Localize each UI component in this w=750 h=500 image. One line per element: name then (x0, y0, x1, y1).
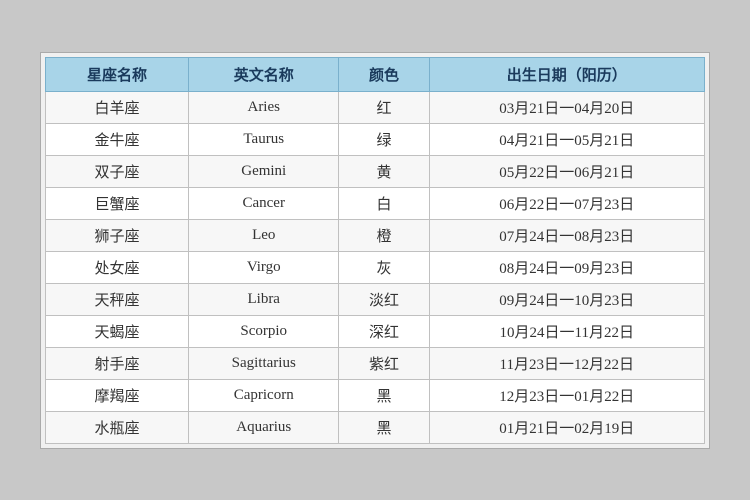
cell-chinese-name: 水瓶座 (46, 411, 189, 443)
cell-color: 深红 (339, 315, 429, 347)
table-row: 巨蟹座Cancer白06月22日一07月23日 (46, 187, 705, 219)
cell-color: 白 (339, 187, 429, 219)
cell-dates: 12月23日一01月22日 (429, 379, 705, 411)
cell-color: 灰 (339, 251, 429, 283)
cell-color: 黑 (339, 411, 429, 443)
cell-chinese-name: 双子座 (46, 155, 189, 187)
cell-dates: 04月21日一05月21日 (429, 123, 705, 155)
cell-chinese-name: 白羊座 (46, 91, 189, 123)
header-dates: 出生日期（阳历） (429, 57, 705, 91)
cell-chinese-name: 射手座 (46, 347, 189, 379)
table-row: 摩羯座Capricorn黑12月23日一01月22日 (46, 379, 705, 411)
zodiac-table: 星座名称 英文名称 颜色 出生日期（阳历） 白羊座Aries红03月21日一04… (45, 57, 705, 444)
cell-english-name: Capricorn (189, 379, 339, 411)
cell-dates: 10月24日一11月22日 (429, 315, 705, 347)
cell-english-name: Virgo (189, 251, 339, 283)
cell-color: 淡红 (339, 283, 429, 315)
cell-dates: 03月21日一04月20日 (429, 91, 705, 123)
table-row: 天秤座Libra淡红09月24日一10月23日 (46, 283, 705, 315)
cell-english-name: Aries (189, 91, 339, 123)
cell-dates: 07月24日一08月23日 (429, 219, 705, 251)
table-row: 射手座Sagittarius紫红11月23日一12月22日 (46, 347, 705, 379)
cell-english-name: Cancer (189, 187, 339, 219)
cell-chinese-name: 狮子座 (46, 219, 189, 251)
cell-chinese-name: 处女座 (46, 251, 189, 283)
header-english-name: 英文名称 (189, 57, 339, 91)
cell-english-name: Leo (189, 219, 339, 251)
header-chinese-name: 星座名称 (46, 57, 189, 91)
cell-color: 黄 (339, 155, 429, 187)
cell-color: 红 (339, 91, 429, 123)
cell-dates: 05月22日一06月21日 (429, 155, 705, 187)
table-row: 双子座Gemini黄05月22日一06月21日 (46, 155, 705, 187)
cell-chinese-name: 巨蟹座 (46, 187, 189, 219)
cell-english-name: Aquarius (189, 411, 339, 443)
table-row: 白羊座Aries红03月21日一04月20日 (46, 91, 705, 123)
cell-dates: 09月24日一10月23日 (429, 283, 705, 315)
cell-dates: 11月23日一12月22日 (429, 347, 705, 379)
zodiac-table-wrapper: 星座名称 英文名称 颜色 出生日期（阳历） 白羊座Aries红03月21日一04… (40, 52, 710, 449)
cell-chinese-name: 摩羯座 (46, 379, 189, 411)
table-header-row: 星座名称 英文名称 颜色 出生日期（阳历） (46, 57, 705, 91)
cell-chinese-name: 金牛座 (46, 123, 189, 155)
table-row: 天蝎座Scorpio深红10月24日一11月22日 (46, 315, 705, 347)
cell-dates: 08月24日一09月23日 (429, 251, 705, 283)
cell-chinese-name: 天秤座 (46, 283, 189, 315)
table-row: 处女座Virgo灰08月24日一09月23日 (46, 251, 705, 283)
cell-english-name: Gemini (189, 155, 339, 187)
table-row: 狮子座Leo橙07月24日一08月23日 (46, 219, 705, 251)
cell-color: 绿 (339, 123, 429, 155)
cell-english-name: Taurus (189, 123, 339, 155)
header-color: 颜色 (339, 57, 429, 91)
cell-english-name: Scorpio (189, 315, 339, 347)
cell-english-name: Sagittarius (189, 347, 339, 379)
cell-dates: 01月21日一02月19日 (429, 411, 705, 443)
cell-color: 黑 (339, 379, 429, 411)
table-row: 水瓶座Aquarius黑01月21日一02月19日 (46, 411, 705, 443)
cell-color: 紫红 (339, 347, 429, 379)
cell-english-name: Libra (189, 283, 339, 315)
cell-dates: 06月22日一07月23日 (429, 187, 705, 219)
cell-chinese-name: 天蝎座 (46, 315, 189, 347)
cell-color: 橙 (339, 219, 429, 251)
table-row: 金牛座Taurus绿04月21日一05月21日 (46, 123, 705, 155)
